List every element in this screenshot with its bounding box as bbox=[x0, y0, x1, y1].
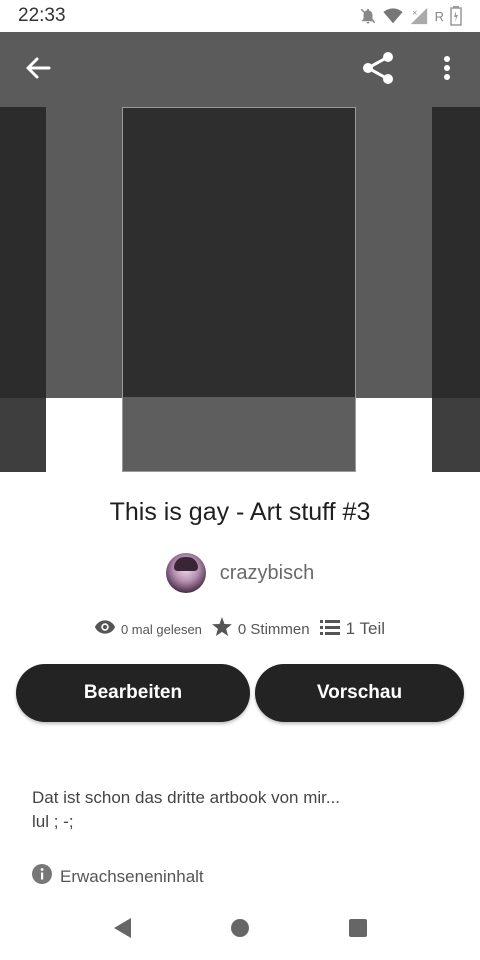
signal-icon: × bbox=[409, 7, 429, 25]
notifications-off-icon bbox=[359, 7, 377, 25]
mature-content-label: Erwachseneninhalt bbox=[60, 866, 204, 886]
reads-count: 0 mal gelesen bbox=[120, 621, 202, 637]
story-description: Dat ist schon das dritte artbook von mir… bbox=[32, 786, 452, 834]
next-cover-preview[interactable] bbox=[432, 107, 480, 398]
share-icon bbox=[360, 51, 396, 90]
back-button[interactable] bbox=[16, 52, 60, 88]
circle-home-icon bbox=[230, 918, 250, 943]
eye-icon bbox=[94, 619, 115, 639]
reads-stat: 0 mal gelesen bbox=[94, 619, 202, 639]
next-cover-preview-bottom bbox=[432, 398, 480, 472]
story-title: This is gay - Art stuff #3 bbox=[109, 498, 371, 526]
nav-back-button[interactable] bbox=[107, 915, 137, 945]
battery-icon bbox=[450, 6, 462, 26]
more-options-button[interactable] bbox=[430, 50, 464, 90]
wifi-icon bbox=[383, 8, 403, 24]
story-stats: 0 mal gelesen 0 Stimmen 1 Teil bbox=[0, 614, 480, 644]
avatar[interactable] bbox=[165, 553, 206, 593]
triangle-back-icon bbox=[112, 917, 132, 944]
list-icon bbox=[319, 619, 340, 640]
votes-count: 0 Stimmen bbox=[237, 620, 310, 638]
nav-home-button[interactable] bbox=[225, 915, 255, 945]
votes-stat: 0 Stimmen bbox=[212, 617, 310, 641]
system-navigation-bar bbox=[0, 900, 480, 960]
roaming-indicator: R bbox=[434, 8, 444, 24]
story-cover[interactable] bbox=[122, 107, 356, 472]
author-row[interactable]: crazybisch bbox=[0, 552, 480, 594]
parts-stat[interactable]: 1 Teil bbox=[319, 619, 385, 640]
status-icons: × R bbox=[359, 6, 462, 26]
nav-recents-button[interactable] bbox=[343, 915, 373, 945]
author-name[interactable]: crazybisch bbox=[220, 562, 314, 585]
status-bar: 22:33 × R bbox=[0, 0, 480, 32]
description-line: Dat ist schon das dritte artbook von mir… bbox=[32, 788, 341, 807]
status-time: 22:33 bbox=[18, 5, 66, 26]
more-vertical-icon bbox=[443, 55, 451, 85]
mature-content-notice[interactable]: Erwachseneninhalt bbox=[32, 864, 204, 889]
svg-text:×: × bbox=[411, 8, 417, 17]
story-cover-bottom bbox=[123, 397, 355, 471]
story-header-area bbox=[0, 32, 480, 472]
parts-count[interactable]: 1 Teil bbox=[346, 619, 385, 639]
square-recents-icon bbox=[348, 918, 368, 943]
arrow-left-icon bbox=[25, 56, 51, 85]
description-line: lul ; -; bbox=[32, 812, 74, 831]
previous-cover-preview[interactable] bbox=[0, 107, 46, 398]
star-icon bbox=[212, 617, 232, 641]
info-icon bbox=[32, 864, 52, 889]
share-button[interactable] bbox=[356, 48, 400, 92]
preview-button[interactable]: Vorschau bbox=[255, 664, 464, 722]
previous-cover-preview-bottom bbox=[0, 398, 46, 472]
edit-button[interactable]: Bearbeiten bbox=[16, 664, 250, 722]
